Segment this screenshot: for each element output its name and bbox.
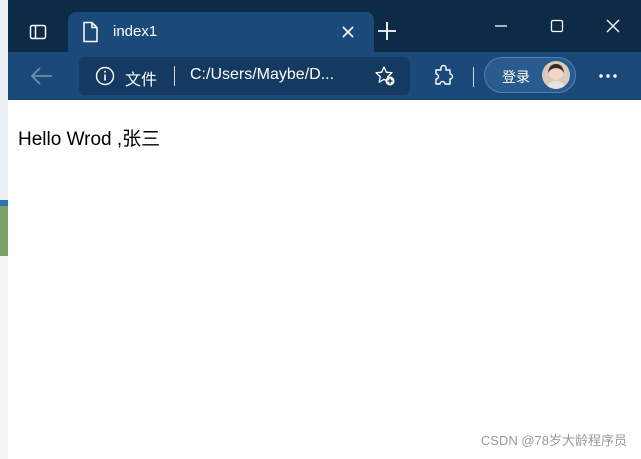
close-icon[interactable] [338, 22, 358, 42]
watermark: CSDN @78岁大龄程序员 [480, 433, 627, 448]
back-arrow-icon[interactable] [28, 64, 56, 88]
extensions-icon[interactable] [432, 64, 456, 88]
maximize-icon[interactable] [542, 12, 572, 40]
url-text[interactable]: C:/Users/Maybe/D... [190, 66, 334, 84]
toolbar: 文件 C:/Users/Maybe/D... 登录 [8, 52, 641, 100]
avatar [542, 61, 570, 89]
favorite-add-icon[interactable] [374, 65, 396, 87]
browser-window: index1 文件 C:/Users/Maybe/D... 登录 Hello W… [8, 0, 641, 459]
page-content: Hello Wrod ,张三 CSDN @78岁大龄程序员 [8, 100, 641, 459]
login-label: 登录 [502, 69, 530, 85]
toolbar-separator [473, 67, 474, 87]
tab-index1[interactable]: index1 [68, 12, 374, 52]
background-strip-light [0, 256, 8, 459]
address-bar[interactable]: 文件 C:/Users/Maybe/D... [79, 57, 410, 95]
minimize-icon[interactable] [486, 12, 516, 40]
tab-title: index1 [113, 23, 158, 40]
file-icon [83, 21, 98, 43]
tab-actions-icon [29, 24, 47, 40]
plus-icon[interactable] [376, 20, 398, 42]
address-separator [174, 66, 175, 86]
tab-actions-button[interactable] [22, 16, 54, 48]
background-window-edge [0, 0, 8, 459]
title-bar: index1 [8, 0, 641, 52]
more-icon[interactable] [596, 64, 620, 88]
background-strip-green [0, 206, 8, 256]
info-icon[interactable] [95, 66, 115, 86]
window-close-icon[interactable] [598, 12, 628, 40]
profile-button[interactable]: 登录 [484, 57, 576, 93]
page-text: Hello Wrod ,张三 [18, 129, 161, 150]
scheme-label: 文件 [125, 72, 158, 89]
